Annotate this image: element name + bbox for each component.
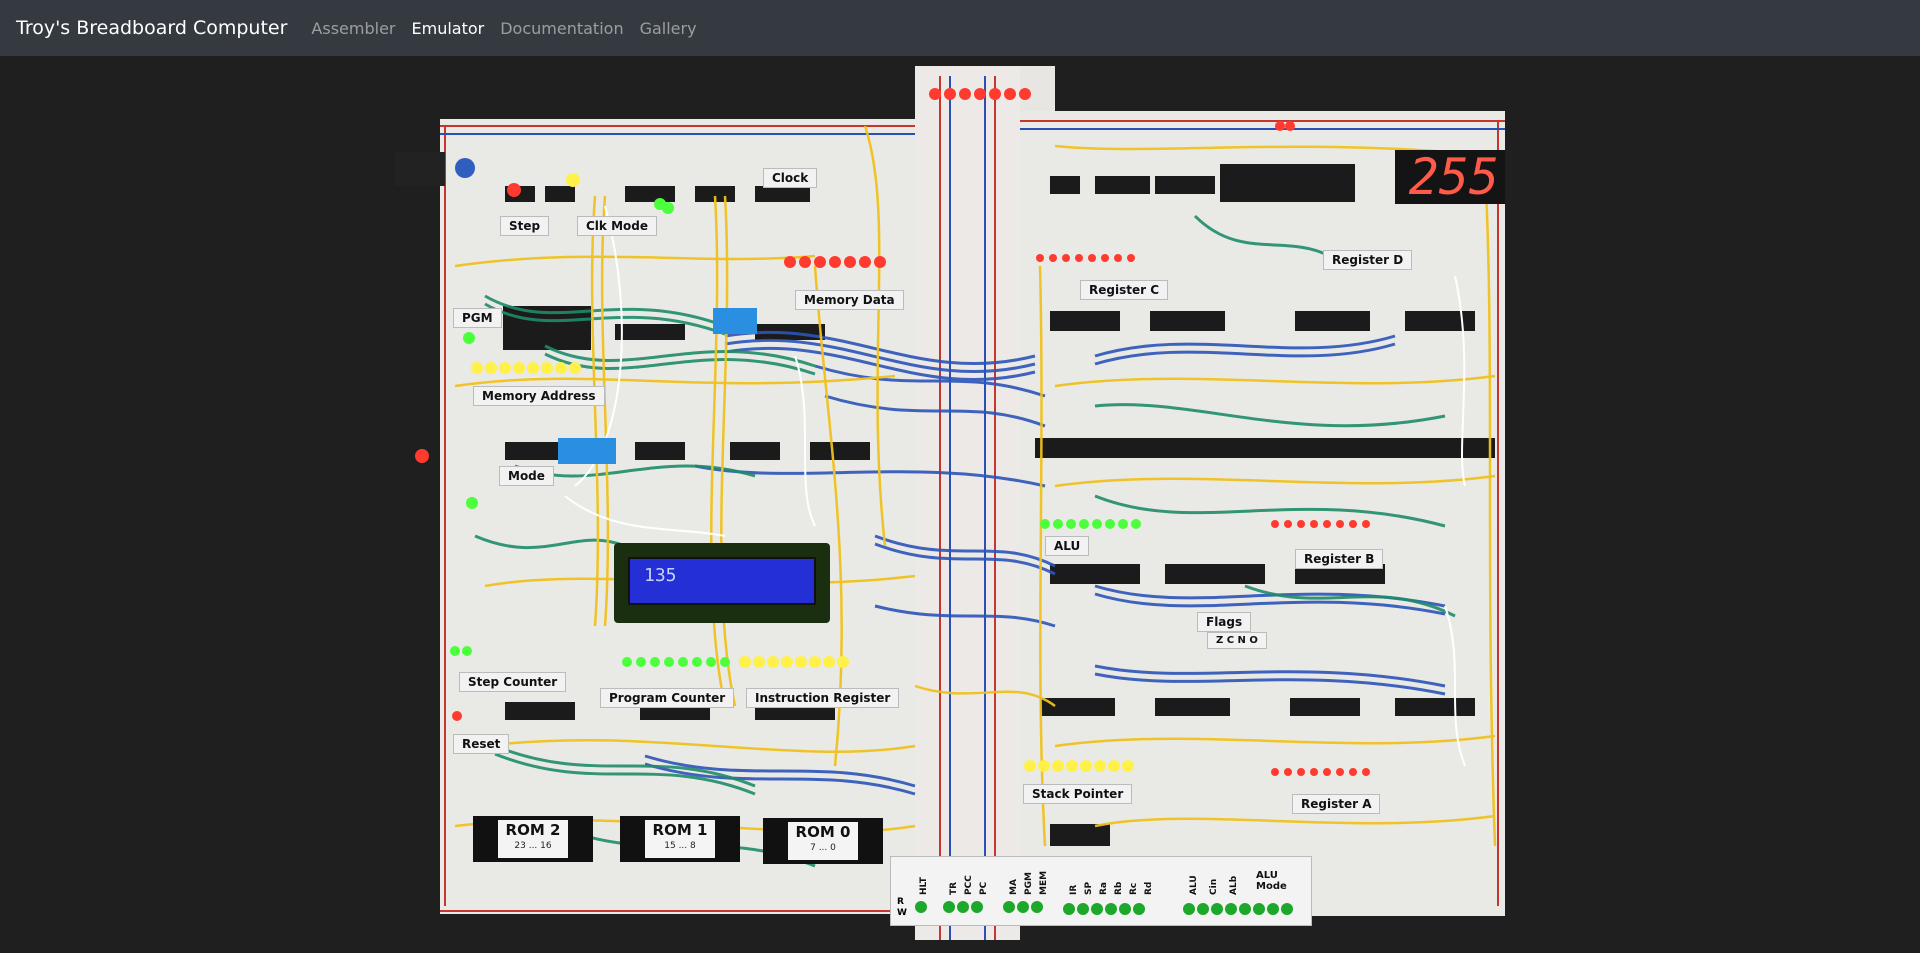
- label-clk-mode: Clk Mode: [577, 216, 657, 236]
- nav-documentation[interactable]: Documentation: [500, 19, 623, 38]
- label-register-b: Register B: [1295, 549, 1384, 569]
- label-step: Step: [500, 216, 550, 236]
- label-instruction-register: Instruction Register: [746, 688, 900, 708]
- label-flag-letters: Z C N O: [1207, 632, 1267, 649]
- label-alu: ALU: [1045, 536, 1090, 556]
- label-memory-address: Memory Address: [473, 386, 605, 406]
- label-step-counter: Step Counter: [459, 672, 567, 692]
- rom-2-label: ROM 2 23 ... 16: [498, 820, 568, 858]
- label-memory-data: Memory Data: [795, 290, 904, 310]
- label-mode: Mode: [499, 466, 554, 486]
- rom-1-label: ROM 1 15 ... 8: [645, 820, 715, 858]
- nav-emulator[interactable]: Emulator: [412, 19, 485, 38]
- brand-link[interactable]: Troy's Breadboard Computer: [16, 17, 287, 39]
- rom-2-chip: ROM 2 23 ... 16: [473, 816, 593, 862]
- rom-0-chip: ROM 0 7 ... 0: [763, 818, 883, 864]
- rom-1-range: 15 ... 8: [664, 841, 696, 851]
- rom-0-label: ROM 0 7 ... 0: [788, 822, 858, 860]
- top-navbar: Troy's Breadboard Computer Assembler Emu…: [0, 0, 1920, 56]
- lcd-module: 135: [614, 543, 830, 623]
- rom-1-title: ROM 1: [652, 821, 708, 839]
- label-clock: Clock: [763, 168, 818, 188]
- breadboard-computer-photo: Step Clk Mode Clock Memory Data Register…: [395, 66, 1505, 940]
- lcd-text: 135: [644, 565, 677, 586]
- label-stack-pointer: Stack Pointer: [1023, 784, 1133, 804]
- control-led-row: [915, 901, 1293, 915]
- label-register-d: Register D: [1323, 250, 1413, 270]
- lcd-screen: 135: [628, 557, 816, 605]
- nav-assembler[interactable]: Assembler: [311, 19, 395, 38]
- control-signal-panel: R W HLT TR PCC PC MA PGM MEM IR SP Ra Rb…: [890, 856, 1312, 926]
- label-register-a: Register A: [1292, 794, 1381, 814]
- label-pgm: PGM: [453, 308, 502, 328]
- seven-segment-display: 255: [1395, 150, 1505, 204]
- rom-1-chip: ROM 1 15 ... 8: [620, 816, 740, 862]
- rom-0-range: 7 ... 0: [810, 843, 836, 853]
- nav-gallery[interactable]: Gallery: [640, 19, 697, 38]
- label-program-counter: Program Counter: [600, 688, 735, 708]
- rom-2-range: 23 ... 16: [514, 841, 552, 851]
- rom-0-title: ROM 0: [795, 823, 851, 841]
- label-register-c: Register C: [1080, 280, 1169, 300]
- label-flags: Flags: [1197, 612, 1252, 632]
- label-reset: Reset: [453, 734, 510, 754]
- rom-2-title: ROM 2: [505, 821, 561, 839]
